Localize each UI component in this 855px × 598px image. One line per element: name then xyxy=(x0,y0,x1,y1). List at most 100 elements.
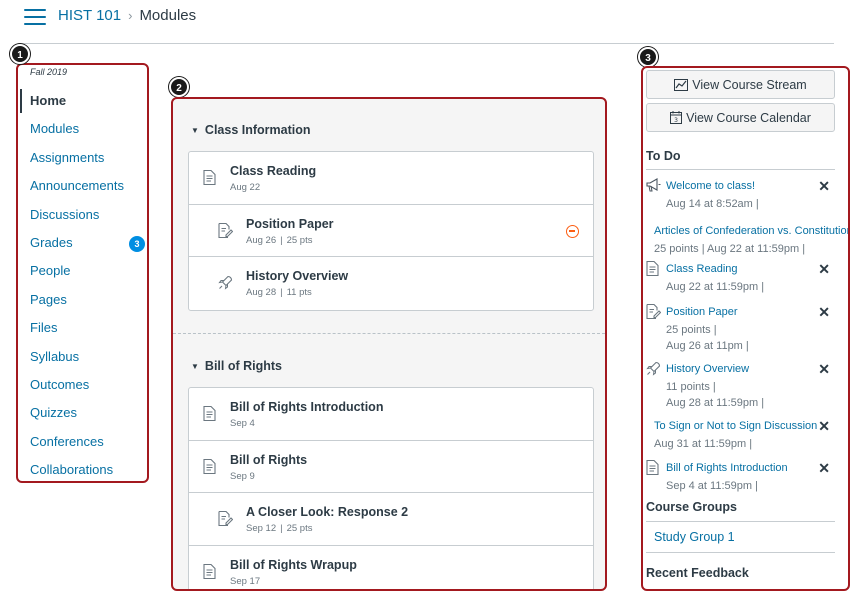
module-item-points: 25 pts xyxy=(286,523,313,534)
nav-item-home[interactable]: Home xyxy=(18,87,147,115)
stream-icon xyxy=(674,78,689,91)
nav-item-label: Files xyxy=(30,320,58,336)
module-item-date: Aug 26 xyxy=(246,234,277,246)
todo-item-meta: Aug 26 at 11pm | xyxy=(666,340,749,352)
nav-item-label: Assignments xyxy=(30,149,105,165)
module-item-points: 25 pts xyxy=(286,234,313,246)
modules-panel: ▼ Class Information Class Reading Aug 22 P… xyxy=(171,97,607,591)
group-link[interactable]: Study Group 1 xyxy=(654,530,735,544)
module-item-title[interactable]: Class Reading xyxy=(230,164,316,178)
module-header-bill-of-rights[interactable]: ▼ Bill of Rights xyxy=(191,359,282,373)
dismiss-close-icon[interactable]: ✕ xyxy=(818,361,830,378)
dismiss-close-icon[interactable]: ✕ xyxy=(818,460,830,477)
nav-item-label: Outcomes xyxy=(30,376,90,392)
module-items-class-information: Class Reading Aug 22 Position Paper Aug 26 |… xyxy=(188,151,594,311)
nav-item-label: Quizzes xyxy=(30,405,77,421)
todo-item-meta: 11 points | xyxy=(666,381,716,393)
module-header-class-information[interactable]: ▼ Class Information xyxy=(191,123,311,137)
nav-item-label: People xyxy=(30,263,71,279)
nav-item-label: Home xyxy=(30,93,67,108)
assignment-icon xyxy=(218,510,234,527)
nav-item-discussions[interactable]: Discussions xyxy=(18,201,147,229)
hamburger-menu-icon[interactable] xyxy=(24,9,46,25)
module-item-title[interactable]: Bill of Rights Wrapup xyxy=(230,558,357,572)
module-item-meta: Aug 26 | 25 pts xyxy=(246,235,312,246)
nav-item-announcements[interactable]: Announcements xyxy=(18,172,147,200)
todo-item-meta: Aug 14 at 8:52am | xyxy=(666,198,759,210)
module-item-date: Sep 9 xyxy=(230,470,255,482)
todo-heading: To Do xyxy=(646,149,681,163)
module-item[interactable]: Bill of Rights Introduction Sep 4 xyxy=(189,388,593,441)
todo-item-link[interactable]: Articles of Confederation vs. Constituti… xyxy=(654,225,848,237)
module-item-meta: Sep 17 xyxy=(230,576,260,587)
breadcrumb-course-link[interactable]: HIST 101 xyxy=(58,7,121,24)
stream-button-label: View Course Stream xyxy=(692,77,807,92)
module-item-date: Sep 4 xyxy=(230,418,255,429)
nav-item-label: Conferences xyxy=(30,433,104,449)
nav-item-files[interactable]: Files xyxy=(18,314,147,342)
nav-item-label: Syllabus xyxy=(30,348,80,364)
nav-item-modules[interactable]: Modules xyxy=(18,115,147,143)
todo-item-link[interactable]: To Sign or Not to Sign Discussion xyxy=(654,420,817,432)
todo-item-link[interactable]: Class Reading xyxy=(666,263,738,275)
nav-item-collaborations[interactable]: Collaborations xyxy=(18,456,147,484)
module-item-title[interactable]: Bill of Rights Introduction xyxy=(230,400,383,414)
module-item-title[interactable]: Position Paper xyxy=(246,217,334,231)
quiz-icon xyxy=(646,361,661,376)
nav-item-grades[interactable]: Grades 3 xyxy=(18,229,147,257)
course-navigation: Fall 2019 Home Modules Assignments Announce… xyxy=(16,63,149,483)
module-item[interactable]: Position Paper Aug 26 | 25 pts xyxy=(189,205,593,257)
nav-item-syllabus[interactable]: Syllabus xyxy=(18,343,147,371)
callout-2: 2 xyxy=(169,77,189,97)
module-item-meta: Aug 22 xyxy=(230,182,260,193)
dismiss-close-icon[interactable]: ✕ xyxy=(818,178,830,195)
module-item-title[interactable]: History Overview xyxy=(246,269,348,283)
page-icon xyxy=(646,260,660,277)
nav-item-pages[interactable]: Pages xyxy=(18,286,147,314)
nav-item-outcomes[interactable]: Outcomes xyxy=(18,371,147,399)
todo-item-meta: Aug 31 at 11:59pm | xyxy=(654,438,753,450)
meta-separator: | xyxy=(280,523,283,534)
term-label: Fall 2019 xyxy=(30,67,68,77)
todo-item-meta: Aug 28 at 11:59pm | xyxy=(666,397,765,409)
nav-item-label: Pages xyxy=(30,291,67,307)
todo-item-meta: Aug 22 at 11:59pm | xyxy=(666,281,765,293)
collapse-caret-icon: ▼ xyxy=(191,361,199,371)
unpublished-icon[interactable] xyxy=(566,224,579,238)
todo-item-link[interactable]: Bill of Rights Introduction xyxy=(666,462,788,474)
todo-item-link[interactable]: Welcome to class! xyxy=(666,180,755,192)
nav-item-people[interactable]: People xyxy=(18,257,147,285)
page-icon xyxy=(646,459,660,476)
nav-item-conferences[interactable]: Conferences xyxy=(18,428,147,456)
module-item[interactable]: Class Reading Aug 22 xyxy=(189,152,593,205)
nav-item-label: Grades xyxy=(30,234,73,250)
nav-item-label: Collaborations xyxy=(30,462,114,478)
dismiss-close-icon[interactable]: ✕ xyxy=(818,304,830,321)
todo-item-meta: 25 points | Aug 22 at 11:59pm | xyxy=(654,243,806,255)
view-course-stream-button[interactable]: View Course Stream xyxy=(646,70,835,99)
announcement-icon xyxy=(646,178,661,192)
todo-item-link[interactable]: Position Paper xyxy=(666,306,738,318)
todo-item-link[interactable]: History Overview xyxy=(666,363,749,375)
module-item-meta: Aug 28 | 11 pts xyxy=(246,287,312,298)
calendar-button-label: View Course Calendar xyxy=(686,110,811,125)
todo-divider xyxy=(646,169,835,170)
callout-3: 3 xyxy=(638,47,658,67)
module-item[interactable]: A Closer Look: Response 2 Sep 12 | 25 pts xyxy=(189,493,593,546)
breadcrumb-separator: › xyxy=(128,8,133,23)
module-item[interactable]: Bill of Rights Wrapup Sep 17 xyxy=(189,546,593,590)
nav-item-quizzes[interactable]: Quizzes xyxy=(18,399,147,427)
dismiss-close-icon[interactable]: ✕ xyxy=(818,261,830,278)
nav-item-label: Announcements xyxy=(30,178,124,194)
dismiss-close-icon[interactable]: ✕ xyxy=(818,418,830,435)
module-item-meta: Sep 4 xyxy=(230,418,255,429)
nav-item-assignments[interactable]: Assignments xyxy=(18,144,147,172)
meta-separator: | xyxy=(280,287,283,298)
module-item[interactable]: History Overview Aug 28 | 11 pts xyxy=(189,257,593,310)
breadcrumb: HIST 101 › Modules xyxy=(58,7,196,24)
module-item-title[interactable]: Bill of Rights xyxy=(230,453,307,467)
module-item-title[interactable]: A Closer Look: Response 2 xyxy=(246,505,408,519)
module-item[interactable]: Bill of Rights Sep 9 xyxy=(189,441,593,493)
view-course-calendar-button[interactable]: 3 View Course Calendar xyxy=(646,103,835,132)
page-icon xyxy=(203,458,217,475)
